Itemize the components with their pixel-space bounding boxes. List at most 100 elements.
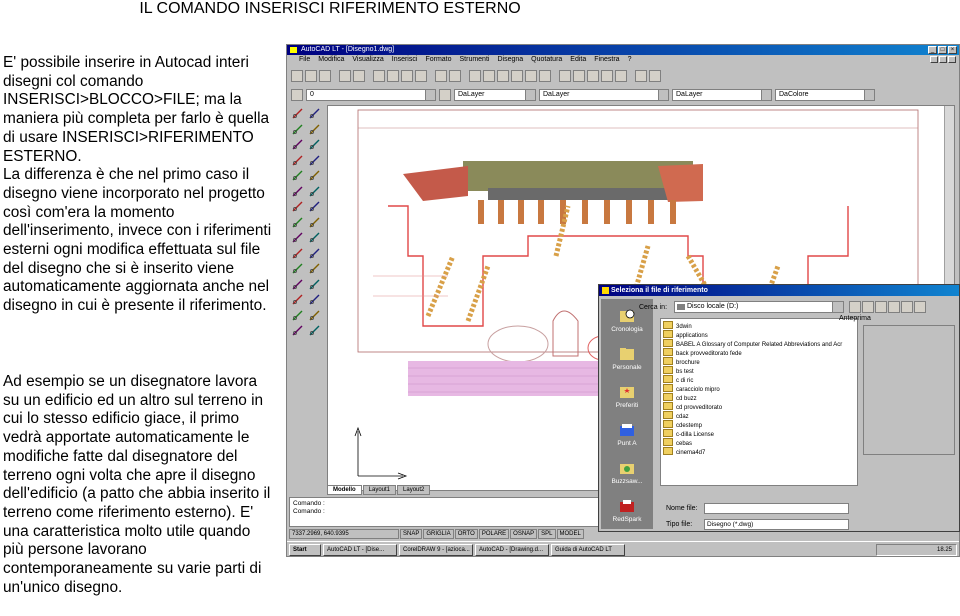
list-item[interactable]: cdestemp: [663, 420, 702, 429]
layers-icon[interactable]: [291, 89, 303, 101]
taskbar-item[interactable]: Guida di AutoCAD LT: [551, 544, 625, 556]
list-item[interactable]: cd buzz: [663, 393, 697, 402]
list-item[interactable]: 3dwin: [663, 321, 692, 330]
close-button[interactable]: ×: [948, 46, 957, 54]
ortho-toggle[interactable]: ORTO: [454, 529, 478, 539]
menu-help[interactable]: ?: [628, 55, 632, 65]
linetype-select[interactable]: DaLayer: [539, 89, 669, 101]
start-button[interactable]: Start: [289, 544, 321, 556]
break-icon[interactable]: [291, 309, 304, 322]
rotate-icon[interactable]: [308, 262, 321, 275]
mirror-icon[interactable]: [308, 231, 321, 244]
list-item[interactable]: cdaz: [663, 411, 689, 420]
make-current-icon[interactable]: [439, 89, 451, 101]
list-item[interactable]: cinema4d7: [663, 447, 705, 456]
model-toggle[interactable]: MODEL: [556, 529, 584, 539]
insert-block-icon[interactable]: [308, 169, 321, 182]
menu-inserisci[interactable]: Inserisci: [392, 55, 418, 65]
lineweight-select[interactable]: DaLayer: [672, 89, 772, 101]
undo-icon[interactable]: [435, 70, 447, 82]
new-folder-icon[interactable]: [901, 301, 913, 313]
views-icon[interactable]: [914, 301, 926, 313]
doc-restore-button[interactable]: [939, 56, 947, 63]
zoom-realtime-icon[interactable]: [573, 70, 585, 82]
match-properties-icon[interactable]: [415, 70, 427, 82]
menu-finestra[interactable]: Finestra: [594, 55, 619, 65]
place-personale[interactable]: Personale: [601, 343, 653, 379]
list-item[interactable]: c di ric: [663, 375, 693, 384]
construction-line-icon[interactable]: [308, 107, 321, 120]
search-web-icon[interactable]: [875, 301, 887, 313]
dc-icon[interactable]: [525, 70, 537, 82]
grid-toggle[interactable]: GRIGLIA: [423, 529, 454, 539]
ellipse-icon[interactable]: [291, 169, 304, 182]
minimize-button[interactable]: _: [928, 46, 937, 54]
list-item[interactable]: brochure: [663, 357, 700, 366]
list-item[interactable]: applications: [663, 330, 708, 339]
open-icon[interactable]: [305, 70, 317, 82]
polyline-icon[interactable]: [291, 123, 304, 136]
menu-quotatura[interactable]: Quotatura: [531, 55, 562, 65]
rectangle-icon[interactable]: [291, 138, 304, 151]
trim-icon[interactable]: [291, 293, 304, 306]
list-item[interactable]: back provveditorato fede: [663, 348, 742, 357]
place-punt-a[interactable]: Punt A: [601, 419, 653, 455]
osnap-icon[interactable]: [483, 70, 495, 82]
back-icon[interactable]: [849, 301, 861, 313]
list-item[interactable]: BABEL A Glossary of Computer Related Abb…: [663, 339, 842, 348]
zoom-window-icon[interactable]: [587, 70, 599, 82]
menu-visualizza[interactable]: Visualizza: [352, 55, 383, 65]
lwt-toggle[interactable]: SPL: [538, 529, 556, 539]
move-icon[interactable]: [291, 262, 304, 275]
list-item[interactable]: cebas: [663, 438, 692, 447]
text-icon[interactable]: [291, 216, 304, 229]
region-icon[interactable]: [308, 200, 321, 213]
place-buzzsaw[interactable]: Buzzsaw...: [601, 457, 653, 493]
preview-icon[interactable]: [353, 70, 365, 82]
menu-formato[interactable]: Formato: [425, 55, 451, 65]
plotstyle-select[interactable]: DaColore: [775, 89, 875, 101]
print-icon[interactable]: [339, 70, 351, 82]
snap-toggle[interactable]: SNAP: [400, 529, 423, 539]
place-redspark[interactable]: RedSpark: [601, 495, 653, 531]
menu-strumenti[interactable]: Strumenti: [460, 55, 490, 65]
copy-icon[interactable]: [291, 231, 304, 244]
list-item[interactable]: caracciolo mipro: [663, 384, 720, 393]
doc-minimize-button[interactable]: [930, 56, 938, 63]
ucs-icon[interactable]: [497, 70, 509, 82]
fillet-icon[interactable]: [291, 324, 304, 337]
help-icon[interactable]: [539, 70, 551, 82]
taskbar-item[interactable]: AutoCAD - [Drawing.d...: [475, 544, 549, 556]
hyperlink-icon[interactable]: [469, 70, 481, 82]
scale-icon[interactable]: [291, 278, 304, 291]
copy-icon[interactable]: [387, 70, 399, 82]
redo-icon[interactable]: [449, 70, 461, 82]
polygon-icon[interactable]: [308, 123, 321, 136]
offset-icon[interactable]: [291, 247, 304, 260]
list-item[interactable]: cd provveditorato: [663, 402, 722, 411]
properties-icon[interactable]: [635, 70, 647, 82]
place-preferiti[interactable]: Preferiti: [601, 381, 653, 417]
polar-toggle[interactable]: POLARE: [478, 529, 510, 539]
osnap-toggle[interactable]: OSNAP: [510, 529, 538, 539]
line-icon[interactable]: [291, 107, 304, 120]
erase-icon[interactable]: [308, 216, 321, 229]
file-type-select[interactable]: Disegno (*.dwg): [704, 519, 849, 530]
up-folder-icon[interactable]: [862, 301, 874, 313]
taskbar-item[interactable]: CorelDRAW 9 - [azioca...: [399, 544, 473, 556]
stretch-icon[interactable]: [308, 278, 321, 291]
explode-icon[interactable]: [308, 324, 321, 337]
delete-icon[interactable]: [888, 301, 900, 313]
doc-close-button[interactable]: [948, 56, 956, 63]
circle-icon[interactable]: [291, 154, 304, 167]
aerial-view-icon[interactable]: [615, 70, 627, 82]
layer-select[interactable]: 0: [306, 89, 436, 101]
tab-layout2[interactable]: Layout2: [397, 485, 431, 495]
command-line[interactable]: Comando : Comando :: [289, 497, 614, 527]
chamfer-icon[interactable]: [308, 309, 321, 322]
menu-modifica[interactable]: Modifica: [318, 55, 344, 65]
list-item[interactable]: c-dilla License: [663, 429, 714, 438]
file-list[interactable]: 3dwin applications BABEL A Glossary of C…: [660, 318, 858, 486]
save-icon[interactable]: [319, 70, 331, 82]
grid-icon[interactable]: [511, 70, 523, 82]
